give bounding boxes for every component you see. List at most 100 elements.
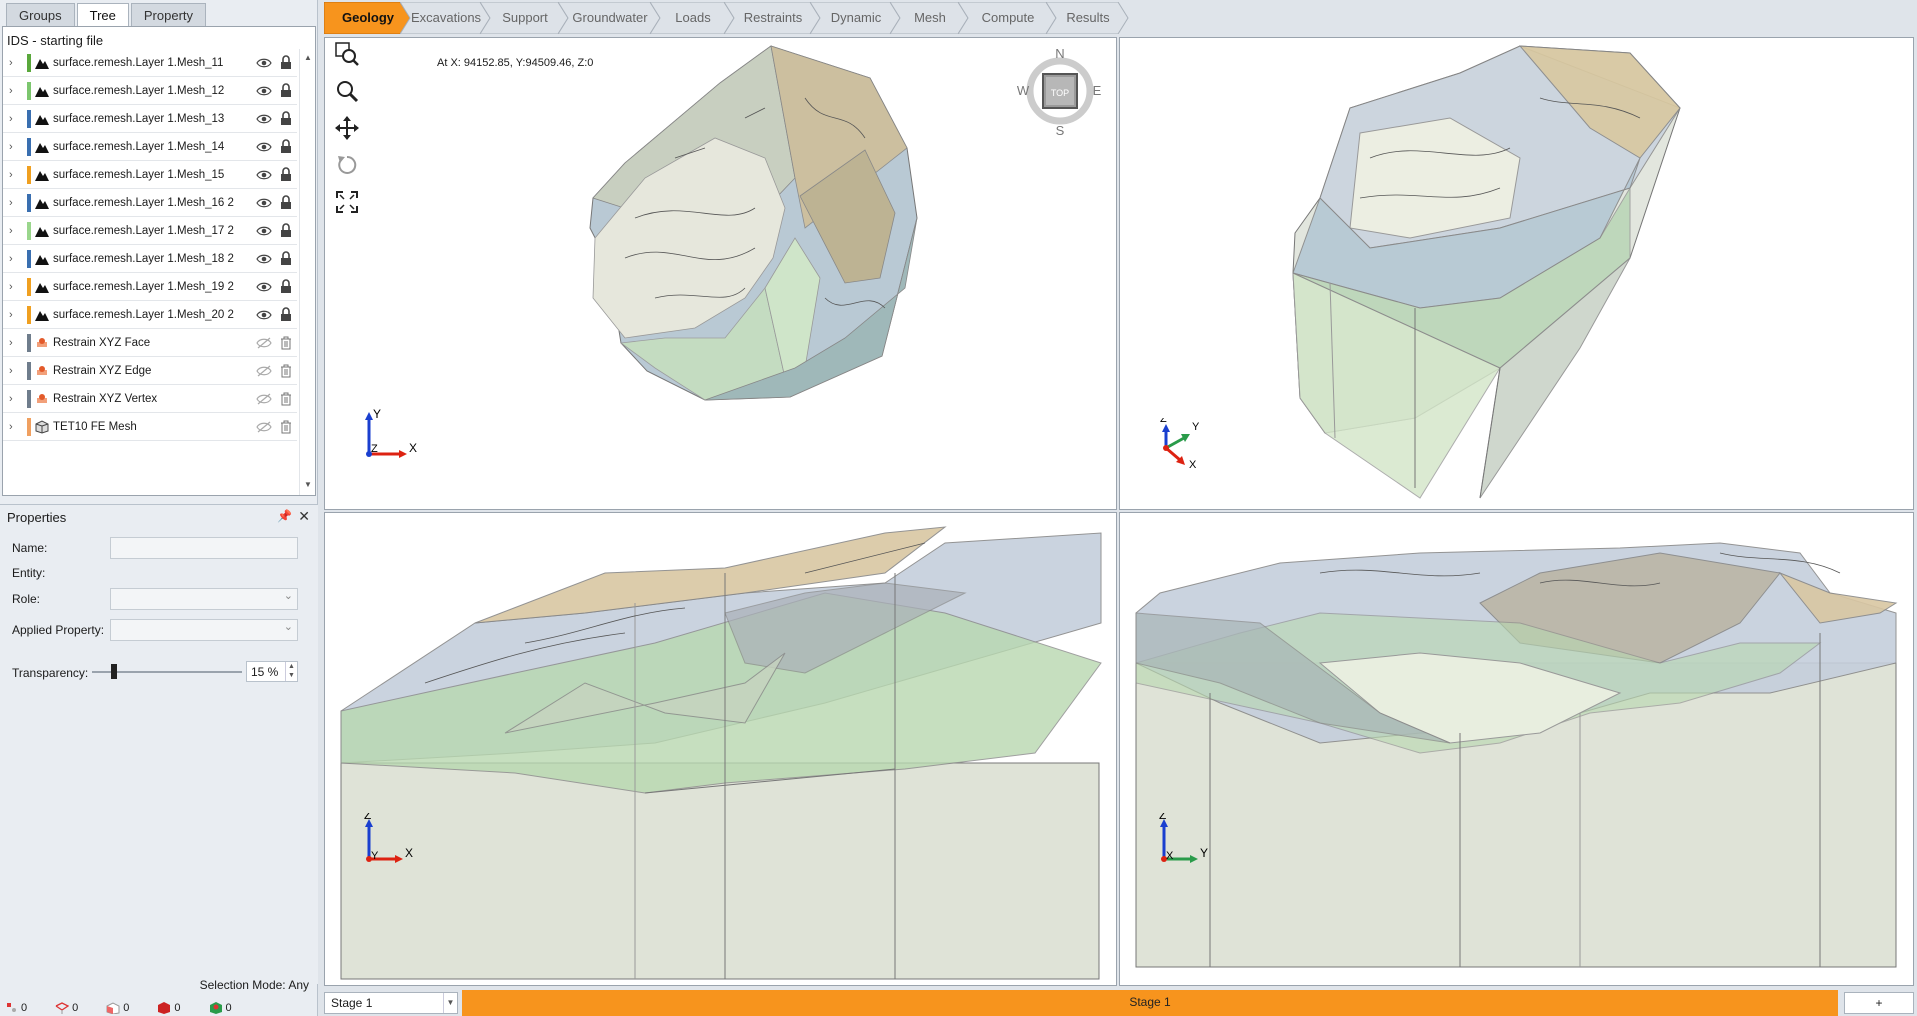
ribbon-tab-groundwater[interactable]: Groundwater — [558, 2, 662, 34]
delete-icon[interactable] — [275, 418, 297, 436]
expand-chevron-icon[interactable]: › — [9, 421, 21, 433]
lock-icon[interactable] — [275, 110, 297, 128]
tree-item[interactable]: › Restrain XYZ Face — [3, 329, 297, 357]
restraint-icon — [33, 391, 51, 407]
chevron-down-icon[interactable]: ▼ — [443, 993, 457, 1013]
role-select[interactable] — [110, 588, 298, 610]
tree-item[interactable]: › TET10 FE Mesh — [3, 413, 297, 441]
lock-icon[interactable] — [275, 54, 297, 72]
name-label: Name: — [12, 541, 48, 555]
hidden-eye-icon[interactable] — [253, 390, 275, 408]
ribbon-tab-results[interactable]: Results — [1046, 2, 1130, 34]
visibility-eye-icon[interactable] — [253, 250, 275, 268]
lock-icon[interactable] — [275, 194, 297, 212]
tree-item[interactable]: › surface.remesh.Layer 1.Mesh_11 — [3, 49, 297, 77]
visibility-eye-icon[interactable] — [253, 222, 275, 240]
scroll-up-icon[interactable]: ▲ — [304, 53, 312, 62]
zoom-icon[interactable] — [333, 77, 361, 105]
visibility-eye-icon[interactable] — [253, 110, 275, 128]
axis-label-z: Z — [1160, 418, 1167, 425]
visibility-eye-icon[interactable] — [253, 306, 275, 324]
tree-item[interactable]: › surface.remesh.Layer 1.Mesh_20 2 — [3, 301, 297, 329]
stage-select[interactable]: Stage 1 ▼ — [324, 992, 458, 1014]
zoom-window-icon[interactable] — [333, 40, 361, 68]
tree-item[interactable]: › surface.remesh.Layer 1.Mesh_15 — [3, 161, 297, 189]
stage-bar: Stage 1 ▼ Stage 1 + — [322, 990, 1917, 1016]
ribbon-tab-compute[interactable]: Compute — [958, 2, 1058, 34]
tree-item[interactable]: › Restrain XYZ Edge — [3, 357, 297, 385]
hidden-eye-icon[interactable] — [253, 362, 275, 380]
tab-groups[interactable]: Groups — [6, 3, 75, 26]
visibility-eye-icon[interactable] — [253, 138, 275, 156]
expand-chevron-icon[interactable]: › — [9, 309, 21, 321]
expand-chevron-icon[interactable]: › — [9, 57, 21, 69]
tree-item[interactable]: › surface.remesh.Layer 1.Mesh_17 2 — [3, 217, 297, 245]
expand-chevron-icon[interactable]: › — [9, 337, 21, 349]
ribbon-tab-dynamic[interactable]: Dynamic — [810, 2, 902, 34]
tree-item[interactable]: › surface.remesh.Layer 1.Mesh_18 2 — [3, 245, 297, 273]
viewport-perspective[interactable]: Z Y X — [1119, 37, 1914, 510]
zoom-extents-icon[interactable] — [333, 188, 361, 216]
ribbon-tab-support[interactable]: Support — [480, 2, 570, 34]
visibility-eye-icon[interactable] — [253, 194, 275, 212]
axis-triad-side: Z X Y — [1156, 808, 1216, 876]
delete-icon[interactable] — [275, 390, 297, 408]
stage-timeline[interactable]: Stage 1 — [462, 990, 1838, 1016]
applied-property-select[interactable] — [110, 619, 298, 641]
color-swatch — [27, 165, 31, 184]
entity-label: Entity: — [12, 566, 46, 580]
ribbon-tab-restraints[interactable]: Restraints — [724, 2, 822, 34]
expand-chevron-icon[interactable]: › — [9, 169, 21, 181]
pin-icon[interactable]: 📌 — [277, 509, 292, 523]
lock-icon[interactable] — [275, 166, 297, 184]
lock-icon[interactable] — [275, 278, 297, 296]
close-icon[interactable]: ✕ — [298, 508, 310, 525]
tab-tree[interactable]: Tree — [76, 3, 129, 26]
tree-item[interactable]: › surface.remesh.Layer 1.Mesh_12 — [3, 77, 297, 105]
lock-icon[interactable] — [275, 222, 297, 240]
add-stage-button[interactable]: + — [1844, 992, 1914, 1014]
tree-item[interactable]: › surface.remesh.Layer 1.Mesh_14 — [3, 133, 297, 161]
transparency-slider-thumb[interactable] — [111, 664, 117, 679]
transparency-spinbox[interactable]: 15 % ▲ ▼ — [246, 661, 298, 682]
expand-chevron-icon[interactable]: › — [9, 113, 21, 125]
hidden-eye-icon[interactable] — [253, 418, 275, 436]
viewport-top[interactable]: At X: 94152.85, Y:94509.46, Z:0 TOP N S … — [324, 37, 1117, 510]
expand-chevron-icon[interactable]: › — [9, 85, 21, 97]
spin-arrows-icon[interactable]: ▲ ▼ — [285, 662, 297, 681]
tree-item[interactable]: › surface.remesh.Layer 1.Mesh_19 2 — [3, 273, 297, 301]
tree-item[interactable]: › surface.remesh.Layer 1.Mesh_13 — [3, 105, 297, 133]
expand-chevron-icon[interactable]: › — [9, 365, 21, 377]
pan-icon[interactable] — [333, 114, 361, 142]
expand-chevron-icon[interactable]: › — [9, 197, 21, 209]
visibility-eye-icon[interactable] — [253, 278, 275, 296]
tab-property[interactable]: Property — [130, 3, 207, 26]
expand-chevron-icon[interactable]: › — [9, 141, 21, 153]
expand-chevron-icon[interactable]: › — [9, 281, 21, 293]
expand-chevron-icon[interactable]: › — [9, 393, 21, 405]
visibility-eye-icon[interactable] — [253, 166, 275, 184]
scroll-down-icon[interactable]: ▼ — [304, 480, 312, 489]
view-compass[interactable]: TOP N S E W — [1015, 46, 1105, 141]
visibility-eye-icon[interactable] — [253, 82, 275, 100]
tree-scrollbar[interactable]: ▲ ▼ — [299, 49, 315, 495]
viewport-side[interactable]: Z X Y — [1119, 512, 1914, 986]
ribbon-tab-excavations[interactable]: Excavations — [400, 2, 492, 34]
lock-icon[interactable] — [275, 138, 297, 156]
hidden-eye-icon[interactable] — [253, 334, 275, 352]
ribbon-tab-geology[interactable]: Geology — [324, 2, 412, 34]
delete-icon[interactable] — [275, 334, 297, 352]
tree-item[interactable]: › surface.remesh.Layer 1.Mesh_16 2 — [3, 189, 297, 217]
lock-icon[interactable] — [275, 306, 297, 324]
visibility-eye-icon[interactable] — [253, 54, 275, 72]
viewport-front[interactable]: Z Y X — [324, 512, 1117, 986]
expand-chevron-icon[interactable]: › — [9, 253, 21, 265]
expand-chevron-icon[interactable]: › — [9, 225, 21, 237]
tree-item[interactable]: › Restrain XYZ Vertex — [3, 385, 297, 413]
name-field[interactable] — [110, 537, 298, 559]
lock-icon[interactable] — [275, 250, 297, 268]
lock-icon[interactable] — [275, 82, 297, 100]
rotate-icon[interactable] — [333, 151, 361, 179]
delete-icon[interactable] — [275, 362, 297, 380]
surface-mesh-icon — [33, 55, 51, 71]
